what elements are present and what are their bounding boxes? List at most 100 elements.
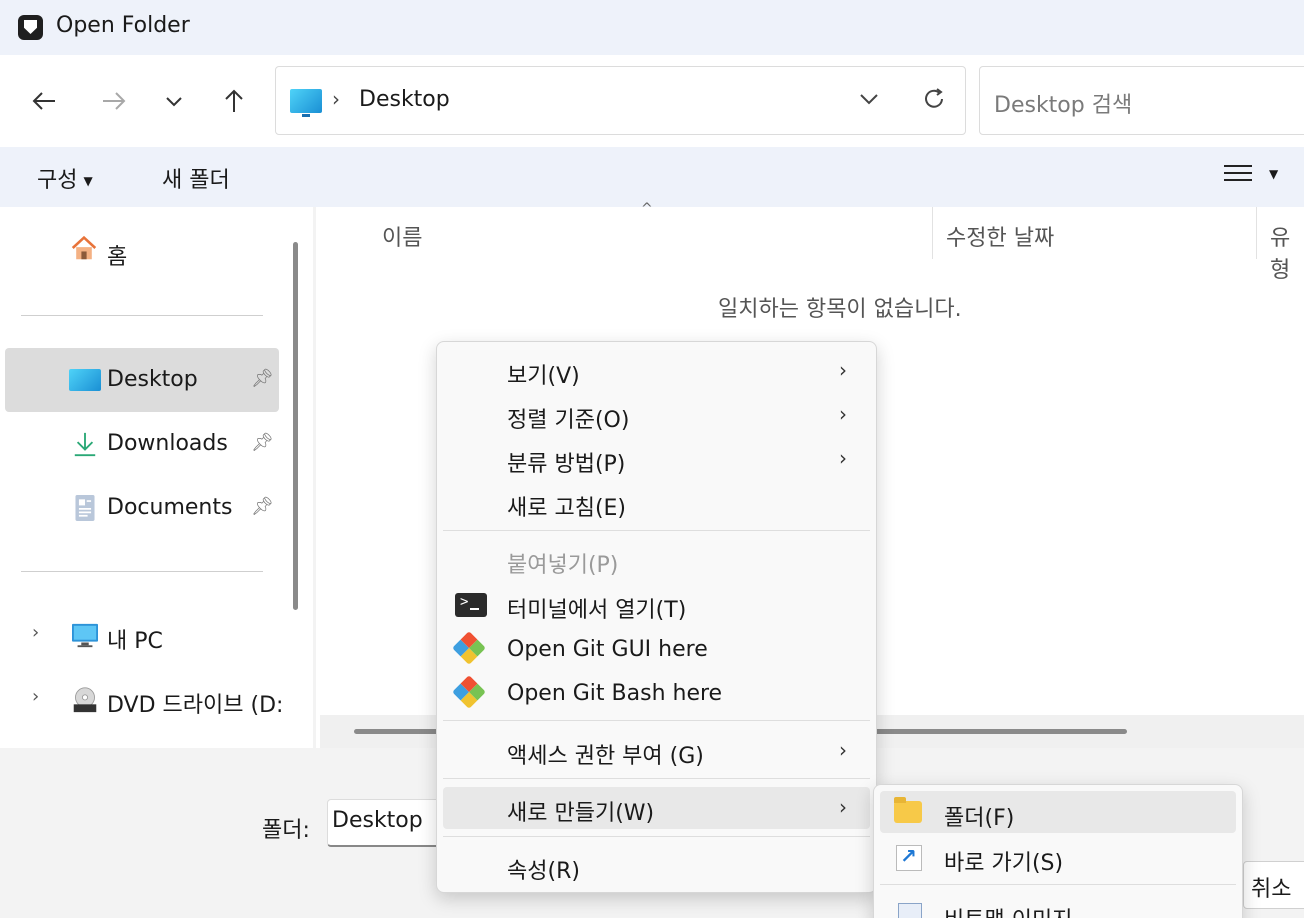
navigation-pane: 홈 Desktop 📌︎ Downloads 📌︎ Documents 📌︎ › (0, 207, 281, 748)
refresh-button[interactable] (918, 83, 950, 115)
bitmap-image-icon (898, 903, 922, 918)
divider (21, 571, 263, 572)
menu-item-group-by[interactable]: 분류 방법(P) › (443, 438, 870, 480)
menu-item-new[interactable]: 새로 만들기(W) › (443, 787, 870, 829)
menu-separator (443, 530, 870, 531)
menu-item-view[interactable]: 보기(V) › (443, 350, 870, 392)
sidebar-item-label: DVD 드라이브 (D: (107, 693, 281, 718)
caret-down-icon[interactable]: ▼ (1269, 167, 1278, 181)
sidebar-item-downloads[interactable]: Downloads 📌︎ (5, 412, 279, 476)
sidebar-item-home[interactable]: 홈 (5, 219, 279, 283)
menu-item-label: 분류 방법(P) (507, 452, 626, 477)
menu-item-give-access[interactable]: 액세스 권한 부여 (G) › (443, 730, 870, 772)
menu-item-paste: 붙여넣기(P) (443, 539, 870, 581)
chevron-right-icon: › (839, 738, 847, 762)
menu-item-git-gui[interactable]: Open Git GUI here (443, 629, 870, 671)
chevron-right-icon: › (839, 402, 847, 426)
sort-ascending-icon: ^ (641, 201, 653, 217)
menu-item-label: 보기(V) (507, 364, 580, 389)
organize-button[interactable]: 구성 ▼ (37, 162, 93, 194)
chevron-right-icon[interactable]: › (32, 622, 39, 643)
menu-item-label: 속성(R) (507, 859, 580, 884)
view-options-button[interactable] (1224, 165, 1252, 189)
recent-locations-button[interactable] (154, 81, 194, 121)
menu-item-sort-by[interactable]: 정렬 기준(O) › (443, 394, 870, 436)
submenu-item-bitmap[interactable]: 비트맵 이미지 (880, 893, 1236, 918)
pin-icon: 📌︎ (251, 368, 274, 389)
command-bar: 구성 ▼ 새 폴더 ▼ (0, 147, 1304, 207)
sidebar-item-label: Documents (107, 495, 233, 520)
shortcut-icon (896, 844, 922, 871)
back-button[interactable] (24, 81, 64, 121)
caret-down-icon: ▼ (83, 174, 93, 188)
cancel-button[interactable]: 취소 (1243, 861, 1304, 909)
menu-separator (880, 884, 1236, 885)
breadcrumb-separator: › (332, 87, 340, 111)
terminal-icon (455, 593, 487, 617)
column-divider[interactable] (1256, 207, 1257, 259)
menu-item-git-bash[interactable]: Open Git Bash here (443, 673, 870, 715)
column-header-name[interactable]: 이름 (382, 220, 422, 252)
chevron-down-icon (166, 97, 182, 107)
menu-separator (443, 836, 870, 837)
address-history-button[interactable] (854, 84, 884, 114)
git-icon (452, 675, 486, 709)
submenu-item-folder[interactable]: 폴더(F) (880, 791, 1236, 833)
submenu-item-label: 바로 가기(S) (944, 851, 1064, 876)
sidebar-item-label: 홈 (107, 245, 128, 270)
breadcrumb-desktop[interactable]: Desktop (359, 87, 450, 112)
organize-label: 구성 (37, 168, 78, 193)
sidebar-scrollbar[interactable] (293, 242, 298, 610)
divider (21, 315, 263, 316)
cancel-label: 취소 (1251, 877, 1292, 902)
context-menu: 보기(V) › 정렬 기준(O) › 분류 방법(P) › 새로 고침(E) 붙… (436, 341, 877, 893)
menu-item-label: 정렬 기준(O) (507, 408, 630, 433)
search-box[interactable]: Desktop 검색 (979, 66, 1304, 135)
sidebar-item-this-pc[interactable]: › 내 PC (5, 604, 279, 668)
desktop-icon (69, 369, 101, 391)
sidebar-item-label: Downloads (107, 431, 228, 456)
address-bar[interactable]: › Desktop (275, 66, 966, 135)
menu-item-label: 터미널에서 열기(T) (507, 598, 687, 623)
search-input[interactable]: Desktop 검색 (994, 87, 1132, 119)
new-folder-button[interactable]: 새 폴더 (162, 162, 230, 194)
menu-separator (443, 720, 870, 721)
window-title: Open Folder (56, 13, 190, 38)
sidebar-item-documents[interactable]: Documents 📌︎ (5, 476, 279, 540)
menu-item-refresh[interactable]: 새로 고침(E) (443, 482, 870, 524)
document-icon (75, 495, 95, 521)
submenu-item-shortcut[interactable]: 바로 가기(S) (880, 836, 1236, 878)
chevron-right-icon: › (839, 358, 847, 382)
chevron-right-icon[interactable]: › (32, 686, 39, 707)
git-icon (452, 631, 486, 665)
arrow-left-icon (32, 92, 55, 110)
pin-icon: 📌︎ (251, 432, 274, 453)
download-icon (74, 432, 96, 457)
up-button[interactable] (214, 81, 254, 121)
arrow-up-icon (225, 89, 243, 112)
column-header-type[interactable]: 유형 (1270, 220, 1304, 284)
menu-item-label: 새로 만들기(W) (507, 801, 655, 826)
menu-item-label: 붙여넣기(P) (507, 553, 619, 578)
chevron-right-icon: › (839, 446, 847, 470)
folder-label: 폴더: (262, 818, 310, 843)
sidebar-item-desktop[interactable]: Desktop 📌︎ (5, 348, 279, 412)
forward-button[interactable] (94, 81, 134, 121)
menu-item-label: Open Git Bash here (507, 681, 723, 706)
pin-icon: 📌︎ (251, 496, 274, 517)
sidebar-item-dvd-drive[interactable]: › DVD 드라이브 (D: (5, 668, 281, 732)
home-icon (71, 235, 97, 260)
column-divider[interactable] (932, 207, 933, 259)
new-submenu: 폴더(F) 바로 가기(S) 비트맵 이미지 (873, 784, 1243, 918)
empty-message: 일치하는 항목이 없습니다. (718, 297, 962, 322)
chevron-right-icon: › (839, 795, 847, 819)
menu-item-label: 액세스 권한 부여 (G) (507, 744, 704, 769)
refresh-icon (925, 88, 943, 108)
menu-item-properties[interactable]: 속성(R) (443, 845, 870, 887)
title-bar: Open Folder (0, 0, 1304, 55)
folder-icon (894, 797, 922, 823)
menu-separator (443, 778, 870, 779)
menu-item-open-in-terminal[interactable]: 터미널에서 열기(T) (443, 584, 870, 626)
column-header-modified[interactable]: 수정한 날짜 (946, 220, 1054, 252)
arrow-right-icon (103, 92, 126, 110)
